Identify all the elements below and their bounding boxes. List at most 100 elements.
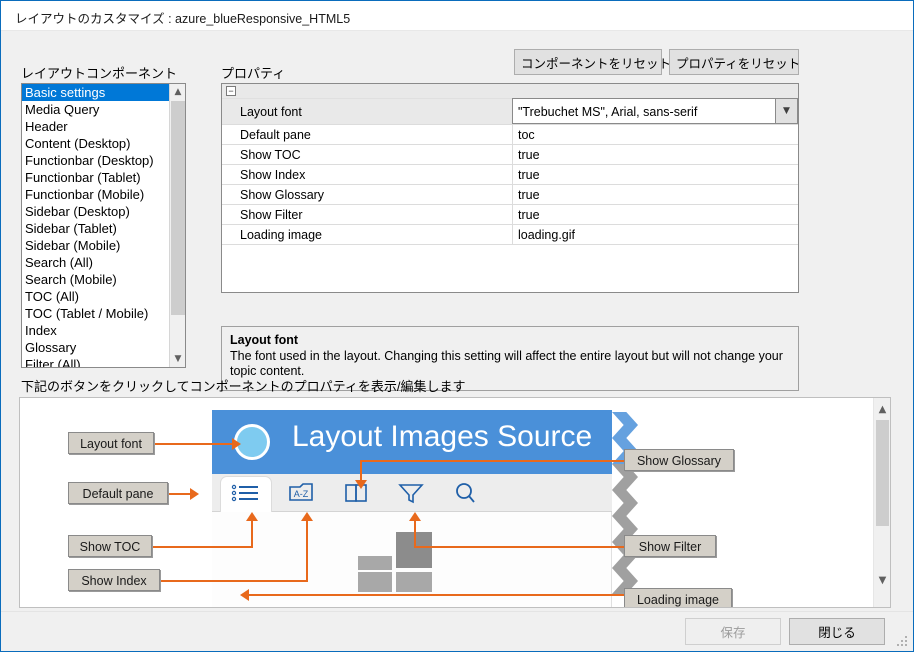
component-list-scrollbar[interactable]: ▲ ▼ — [169, 84, 185, 367]
property-value[interactable]: true — [512, 165, 798, 184]
connector-line — [414, 520, 416, 548]
property-name: Show TOC — [222, 145, 512, 164]
placeholder-block — [396, 572, 432, 592]
component-list-item[interactable]: Search (Mobile) — [22, 271, 169, 288]
search-magnifier-icon[interactable] — [449, 481, 483, 505]
property-value[interactable]: toc — [512, 125, 798, 144]
scrollbar-thumb[interactable] — [876, 420, 889, 526]
filter-funnel-icon[interactable] — [394, 481, 428, 505]
property-grid[interactable]: − Layout font"Trebuchet MS", Arial, sans… — [221, 83, 799, 293]
chevron-up-icon[interactable]: ▲ — [170, 84, 186, 100]
property-name: Show Glossary — [222, 185, 512, 204]
preview-content-area — [212, 512, 612, 607]
layout-preview-panel[interactable]: Layout Images Source — [19, 397, 891, 608]
component-list-item[interactable]: Media Query — [22, 101, 169, 118]
preview-hint-text: 下記のボタンをクリックしてコンポーネントのプロパティを表示/編集します — [21, 376, 465, 395]
chevron-down-icon[interactable]: ▼ — [874, 572, 891, 589]
component-list-item[interactable]: Functionbar (Tablet) — [22, 169, 169, 186]
component-list-items: Basic settingsMedia QueryHeaderContent (… — [22, 84, 169, 368]
callout-show-filter-button[interactable]: Show Filter — [624, 535, 716, 557]
toc-list-icon[interactable] — [229, 481, 263, 505]
arrow-head-icon — [240, 589, 249, 601]
banner-chevron-icon — [612, 412, 638, 438]
component-list-item[interactable]: Functionbar (Mobile) — [22, 186, 169, 203]
property-value[interactable]: "Trebuchet MS", Arial, sans-serif▼ — [512, 98, 798, 124]
property-row[interactable]: Show TOCtrue — [222, 145, 798, 165]
property-name: Show Index — [222, 165, 512, 184]
callout-show-index-button[interactable]: Show Index — [68, 569, 160, 591]
save-button[interactable]: 保存 — [685, 618, 781, 645]
scrollbar-thumb[interactable] — [171, 101, 185, 315]
callout-show-glossary-button[interactable]: Show Glossary — [624, 449, 734, 471]
callout-show-toc-button[interactable]: Show TOC — [68, 535, 152, 557]
connector-line — [306, 520, 308, 582]
arrow-head-icon — [409, 512, 421, 521]
component-list-item[interactable]: Header — [22, 118, 169, 135]
chevron-up-icon[interactable]: ▲ — [874, 401, 891, 418]
component-list[interactable]: Basic settingsMedia QueryHeaderContent (… — [21, 83, 186, 368]
reset-component-button[interactable]: コンポーネントをリセット — [514, 49, 662, 75]
customize-layout-dialog: レイアウトのカスタマイズ : azure_blueResponsive_HTML… — [0, 0, 914, 652]
component-list-item[interactable]: Glossary — [22, 339, 169, 356]
property-description-text: The font used in the layout. Changing th… — [230, 349, 790, 379]
component-list-item[interactable]: Sidebar (Desktop) — [22, 203, 169, 220]
component-list-item[interactable]: TOC (Tablet / Mobile) — [22, 305, 169, 322]
property-description-title: Layout font — [230, 333, 790, 347]
component-list-label: レイアウトコンポーネント — [21, 63, 177, 82]
property-value[interactable]: true — [512, 145, 798, 164]
property-row[interactable]: Layout font"Trebuchet MS", Arial, sans-s… — [222, 99, 798, 125]
connector-line — [248, 594, 633, 596]
preview-canvas: Layout Images Source — [20, 398, 873, 607]
connector-line — [415, 546, 630, 548]
connector-line — [251, 520, 253, 548]
collapse-icon[interactable]: − — [226, 86, 236, 96]
component-list-item[interactable]: TOC (All) — [22, 288, 169, 305]
connector-line — [361, 460, 625, 462]
properties-label: プロパティ — [221, 63, 285, 82]
callout-loading-image-button[interactable]: Loading image — [624, 588, 732, 607]
property-row[interactable]: Loading imageloading.gif — [222, 225, 798, 245]
preview-scrollbar[interactable]: ▲ ▼ — [873, 398, 890, 607]
placeholder-block — [358, 556, 392, 570]
arrow-head-icon — [232, 438, 241, 450]
component-list-item[interactable]: Search (All) — [22, 254, 169, 271]
component-list-item[interactable]: Sidebar (Tablet) — [22, 220, 169, 237]
property-name: Show Filter — [222, 205, 512, 224]
property-row[interactable]: Show Glossarytrue — [222, 185, 798, 205]
component-list-item[interactable]: Functionbar (Desktop) — [22, 152, 169, 169]
component-list-item[interactable]: Basic settings — [22, 84, 169, 101]
arrow-head-icon — [301, 512, 313, 521]
component-list-item[interactable]: Index — [22, 322, 169, 339]
arrow-head-icon — [190, 488, 199, 500]
property-rows: Layout font"Trebuchet MS", Arial, sans-s… — [222, 99, 798, 245]
callout-layout-font-button[interactable]: Layout font — [68, 432, 154, 454]
component-list-item[interactable]: Content (Desktop) — [22, 135, 169, 152]
reset-property-button[interactable]: プロパティをリセット — [669, 49, 799, 75]
callout-default-pane-button[interactable]: Default pane — [68, 482, 168, 504]
property-name: Layout font — [222, 99, 512, 124]
dialog-footer: 保存 閉じる — [1, 611, 913, 651]
chevron-down-icon[interactable]: ▼ — [170, 351, 186, 367]
property-name: Loading image — [222, 225, 512, 244]
window-title: レイアウトのカスタマイズ : azure_blueResponsive_HTML… — [15, 8, 350, 27]
property-row[interactable]: Default panetoc — [222, 125, 798, 145]
index-az-icon[interactable]: A-Z — [284, 481, 318, 505]
arrow-head-icon — [355, 480, 367, 489]
property-row[interactable]: Show Indextrue — [222, 165, 798, 185]
component-list-item[interactable]: Sidebar (Mobile) — [22, 237, 169, 254]
preview-functionbar: A-Z — [212, 474, 612, 512]
property-name: Default pane — [222, 125, 512, 144]
property-group-header: − — [222, 84, 798, 99]
property-value[interactable]: true — [512, 185, 798, 204]
title-bar: レイアウトのカスタマイズ : azure_blueResponsive_HTML… — [1, 1, 913, 31]
banner-title: Layout Images Source — [292, 420, 592, 454]
chevron-down-icon[interactable]: ▼ — [775, 99, 797, 123]
component-list-item[interactable]: Filter (All) — [22, 356, 169, 368]
resize-grip[interactable] — [897, 636, 909, 648]
property-value[interactable]: loading.gif — [512, 225, 798, 244]
property-value[interactable]: true — [512, 205, 798, 224]
close-button[interactable]: 閉じる — [789, 618, 885, 645]
preview-banner: Layout Images Source — [212, 410, 612, 474]
property-row[interactable]: Show Filtertrue — [222, 205, 798, 225]
placeholder-block — [358, 572, 392, 592]
